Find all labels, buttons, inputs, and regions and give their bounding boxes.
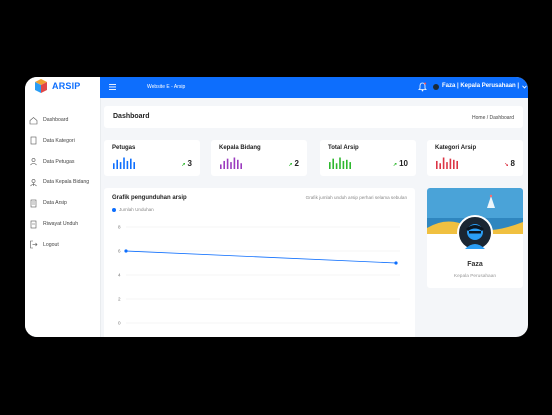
data-point[interactable] — [394, 261, 398, 265]
sidebar-item-label: Data Kategori — [43, 137, 75, 144]
sparkline-bars-icon — [113, 157, 135, 169]
trend-up-icon: ↗ — [288, 162, 293, 168]
download-chart-card: Grafik pengunduhan arsip Grafik jumlah u… — [104, 188, 415, 337]
sidebar-item-dashboard[interactable]: Dashboard — [25, 112, 100, 128]
sidebar-item-label: Logout — [43, 241, 59, 248]
sparkline-bars-icon — [436, 157, 458, 169]
user-menu-label[interactable]: Faza | Kepala Perusahaan | — [442, 83, 519, 89]
trend-up-icon: ↗ — [392, 162, 398, 168]
stat-title: Total Arsip — [328, 145, 359, 151]
breadcrumb[interactable]: Home / Dashboard — [472, 115, 514, 121]
sidebar: ARSIP Dashboard Data Kategori Data Petugas… — [25, 77, 101, 337]
profile-role: Kepala Perusahaan — [453, 274, 497, 279]
stat-value: 3 — [187, 159, 192, 168]
profile-name: Faza — [467, 261, 483, 268]
sidebar-item-label: Riwayat Unduh — [43, 221, 79, 227]
data-point[interactable] — [124, 249, 128, 253]
y-tick-label: 4 — [118, 273, 121, 278]
users-icon — [30, 158, 37, 166]
stat-value-wrap: ↗ 2 — [288, 159, 299, 168]
stat-card-total-arsip[interactable]: Total Arsip ↗ 10 — [320, 140, 416, 176]
stat-card-kategori-arsip[interactable]: Kategori Arsip ↘ 8 — [427, 140, 523, 176]
hamburger-menu-icon[interactable] — [109, 84, 116, 90]
document-icon — [30, 199, 37, 207]
y-tick-label: 6 — [118, 249, 121, 254]
site-title: Website E - Arsip — [147, 84, 186, 90]
trend-down-icon: ↘ — [504, 162, 509, 168]
brand-name: ARSIP — [52, 81, 81, 91]
stat-value-wrap: ↗ 3 — [181, 159, 192, 168]
page-title: Dashboard — [113, 113, 150, 120]
y-tick-label: 8 — [118, 225, 121, 230]
line-chart: 8 6 4 2 0 — [118, 225, 400, 326]
sidebar-item-label: Data Kepala Bidang — [43, 179, 90, 186]
app-window: ARSIP Dashboard Data Kategori Data Petugas… — [25, 77, 528, 337]
sidebar-item-data-arsip[interactable]: Data Arsip — [25, 195, 100, 211]
chevron-down-icon[interactable] — [522, 85, 527, 89]
history-icon — [30, 220, 37, 228]
series-line — [125, 250, 397, 264]
sidebar-item-data-kategori[interactable]: Data Kategori — [25, 133, 100, 149]
stat-value: 2 — [294, 159, 299, 168]
top-navbar: Website E - Arsip Faza | Kepala Perusaha… — [100, 77, 528, 98]
brand[interactable]: ARSIP — [25, 77, 100, 98]
user-avatar[interactable] — [433, 84, 439, 90]
sidebar-item-data-kepala-bidang[interactable]: Data Kepala Bidang — [25, 174, 100, 190]
stat-value-wrap: ↘ 8 — [504, 159, 515, 168]
archive-box-icon — [35, 79, 47, 93]
stat-card-petugas[interactable]: Petugas ↗ 3 — [104, 140, 200, 176]
sidebar-item-riwayat-unduh[interactable]: Riwayat Unduh — [25, 216, 100, 232]
notification-bell-icon[interactable] — [418, 82, 427, 92]
y-tick-label: 2 — [118, 297, 121, 302]
trend-up-icon: ↗ — [181, 162, 186, 168]
sidebar-item-label: Data Arsip — [43, 200, 67, 207]
stat-title: Kategori Arsip — [435, 145, 477, 151]
user-tie-icon — [30, 178, 37, 187]
sidebar-item-label: Data Petugas — [43, 158, 75, 165]
stat-value: 10 — [399, 159, 408, 168]
stat-value: 8 — [510, 159, 515, 168]
sidebar-item-logout[interactable]: Logout — [25, 237, 100, 253]
sidebar-item-data-petugas[interactable]: Data Petugas — [25, 154, 100, 170]
sparkline-bars-icon — [220, 157, 242, 169]
stat-card-kepala-bidang[interactable]: Kepala Bidang ↗ 2 — [211, 140, 307, 176]
sparkline-bars-icon — [329, 157, 351, 169]
file-icon — [30, 136, 37, 145]
stat-title: Kepala Bidang — [219, 145, 261, 151]
logout-icon — [30, 240, 38, 249]
profile-avatar[interactable] — [457, 215, 493, 251]
sidebar-item-label: Dashboard — [43, 117, 69, 123]
profile-card: Faza Kepala Perusahaan — [427, 188, 523, 288]
y-tick-label: 0 — [118, 321, 121, 326]
page-header: Dashboard Home / Dashboard — [104, 106, 523, 128]
home-icon — [29, 116, 38, 124]
stat-value-wrap: ↗ 10 — [393, 159, 408, 168]
stat-title: Petugas — [112, 145, 136, 151]
